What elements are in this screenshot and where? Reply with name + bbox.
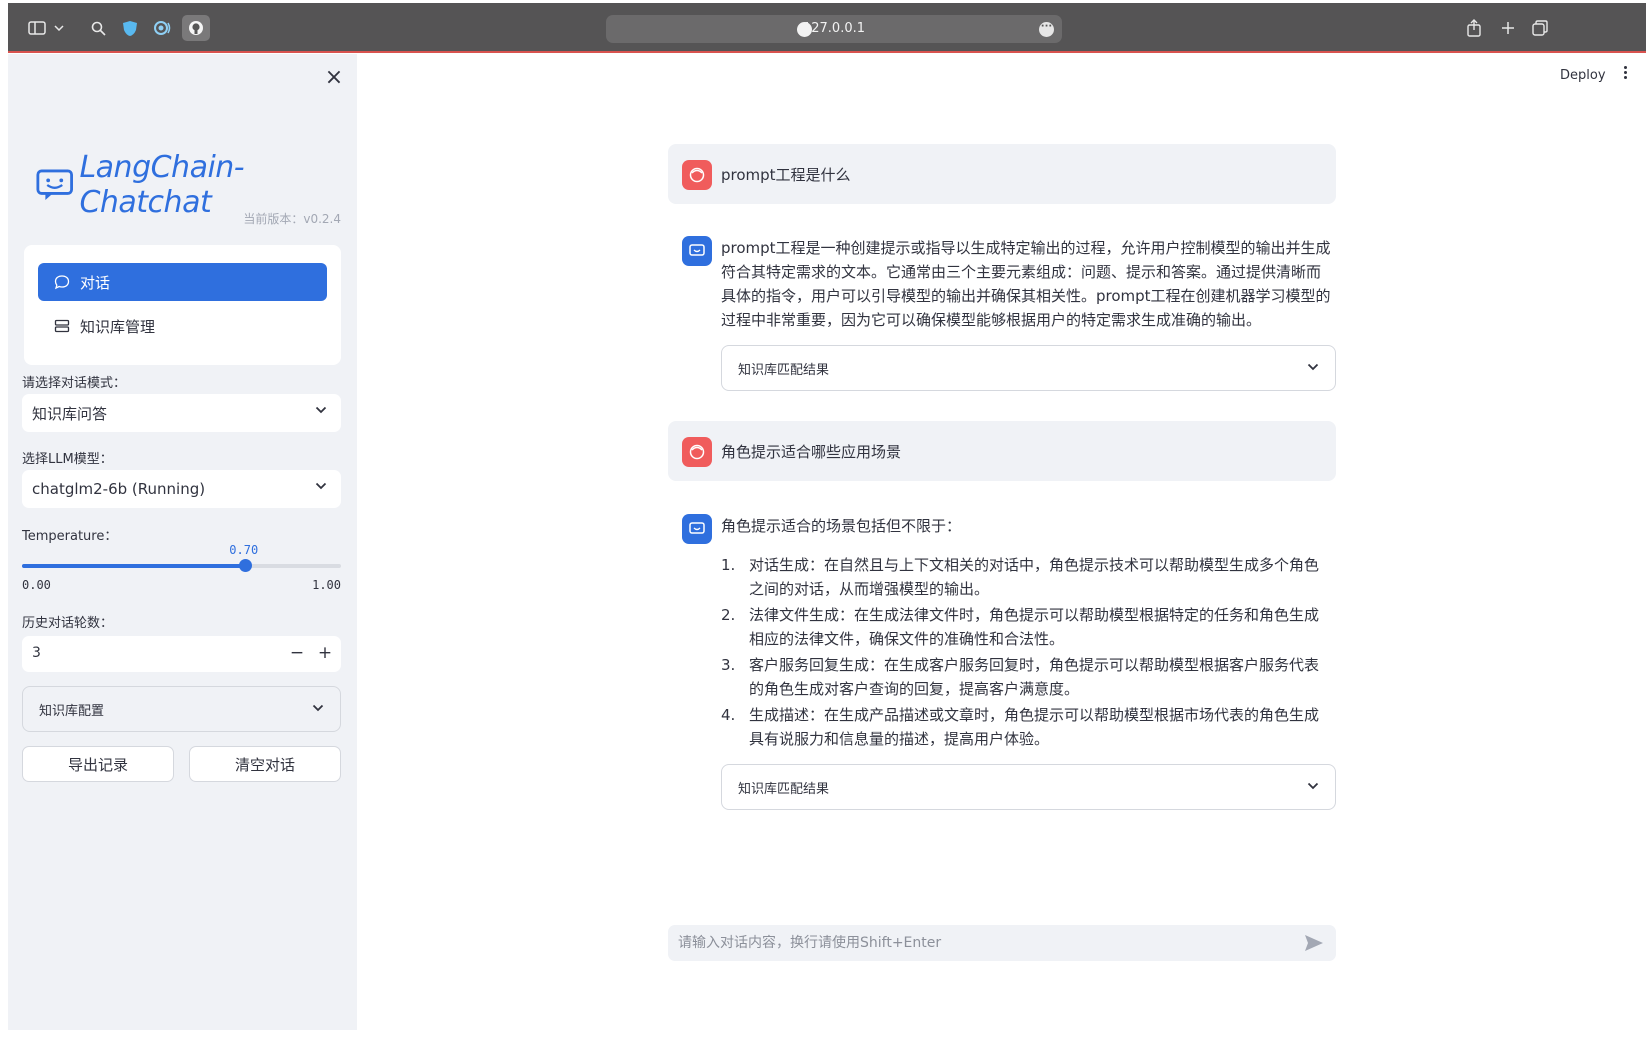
message-text: prompt工程是什么 <box>721 166 851 184</box>
kb-result-expander[interactable]: 知识库匹配结果 <box>721 764 1336 810</box>
kb-result-label: 知识库匹配结果 <box>738 781 830 797</box>
github-icon[interactable] <box>182 15 210 41</box>
llm-label: 选择LLM模型： <box>22 452 113 467</box>
llm-select-value: chatglm2-6b (Running) <box>32 480 206 498</box>
clear-chat-button[interactable]: 清空对话 <box>189 746 341 782</box>
temperature-slider[interactable] <box>22 559 341 572</box>
temperature-slider-fill <box>22 564 246 568</box>
share-icon[interactable] <box>1464 16 1484 40</box>
sidebar-toggle-icon[interactable] <box>26 16 48 40</box>
history-value: 3 <box>32 645 41 661</box>
assistant-avatar-icon <box>682 236 712 266</box>
chat-input[interactable] <box>668 925 1288 961</box>
deploy-button[interactable]: Deploy <box>1560 68 1606 83</box>
database-icon <box>54 319 70 333</box>
chevron-down-icon <box>315 406 327 414</box>
message-intro: 角色提示适合的场景包括但不限于： <box>721 517 962 535</box>
chat-input-box <box>668 925 1336 961</box>
address-text: 127.0.0.1 <box>802 21 866 36</box>
close-sidebar-icon[interactable]: × <box>324 67 344 89</box>
chevron-down-icon <box>1307 363 1319 371</box>
message-text: 角色提示适合哪些应用场景 <box>721 443 902 461</box>
stepper-minus-button[interactable]: − <box>285 641 309 665</box>
chat-bubble-icon <box>54 275 70 290</box>
version-label: 当前版本：v0.2.4 <box>243 212 341 226</box>
temperature-value: 0.70 <box>229 543 259 557</box>
chevron-down-icon <box>315 482 327 490</box>
main-menu-icon[interactable] <box>1622 66 1628 82</box>
temperature-min: 0.00 <box>22 578 51 592</box>
list-item: 1. 对话生成：在自然且与上下文相关的对话中，角色提示技术可以帮助模型生成多个角色… <box>721 556 1320 598</box>
kb-result-label: 知识库匹配结果 <box>738 362 830 378</box>
browser-chrome: 127.0.0.1 ··· <box>0 0 1646 54</box>
tabs-icon[interactable] <box>1530 16 1550 40</box>
user-avatar-icon <box>682 437 712 467</box>
mode-label: 请选择对话模式： <box>22 376 127 391</box>
temperature-max: 1.00 <box>312 578 341 592</box>
nav-item-knowledge-base[interactable]: 知识库管理 <box>38 307 327 345</box>
list-item: 3. 客户服务回复生成：在生成客户服务回复时，角色提示可以帮助模型根据客户服务代表… <box>721 656 1320 698</box>
history-label: 历史对话轮数： <box>22 616 114 631</box>
temperature-slider-thumb[interactable] <box>238 559 252 572</box>
chevron-down-icon[interactable] <box>52 16 66 40</box>
stepper-plus-button[interactable]: + <box>313 641 337 665</box>
plus-icon[interactable] <box>1498 16 1518 40</box>
assistant-avatar-icon <box>682 514 712 544</box>
chevron-down-icon <box>1307 782 1319 790</box>
user-avatar-icon <box>682 160 712 190</box>
chevron-down-icon <box>312 704 324 712</box>
list-item: 2. 法律文件生成：在生成法律文件时，角色提示可以帮助模型根据特定的任务和角色生成… <box>721 606 1320 648</box>
kb-config-expander[interactable]: 知识库配置 <box>22 686 341 732</box>
user-message: 角色提示适合哪些应用场景 <box>668 421 1336 481</box>
mode-select[interactable]: 知识库问答 <box>22 394 341 432</box>
nav-menu: 对话 知识库管理 <box>24 245 341 365</box>
temperature-label: Temperature： <box>22 529 118 544</box>
more-icon[interactable]: ··· <box>1039 22 1054 37</box>
nav-item-label: 知识库管理 <box>80 317 156 336</box>
llm-select[interactable]: chatglm2-6b (Running) <box>22 470 341 508</box>
chat-logo-icon <box>36 169 73 200</box>
list-item: 4. 生成描述：在生成产品描述或文章时，角色提示可以帮助模型根据市场代表的角色生成… <box>721 706 1320 748</box>
shield-icon[interactable] <box>120 16 140 40</box>
mode-select-value: 知识库问答 <box>32 404 108 423</box>
browser-toolbar: 127.0.0.1 ··· <box>8 3 1646 53</box>
send-icon[interactable] <box>1304 934 1324 952</box>
message-list: 1. 对话生成：在自然且与上下文相关的对话中，角色提示技术可以帮助模型生成多个角色… <box>721 553 1331 753</box>
address-bar[interactable]: 127.0.0.1 ··· <box>606 15 1062 43</box>
export-button[interactable]: 导出记录 <box>22 746 174 782</box>
radio-icon[interactable] <box>152 16 174 40</box>
history-stepper[interactable]: 3 − + <box>22 636 341 672</box>
sidebar: × LangChain-Chatchat 当前版本：v0.2.4 对话 知识库管… <box>8 54 357 1030</box>
kb-config-label: 知识库配置 <box>39 703 105 719</box>
nav-item-label: 对话 <box>80 273 111 292</box>
message-text: prompt工程是一种创建提示或指导以生成特定输出的过程，允许用户控制模型的输出… <box>721 239 1331 329</box>
user-message: prompt工程是什么 <box>668 144 1336 204</box>
search-icon[interactable] <box>88 16 108 40</box>
kb-result-expander[interactable]: 知识库匹配结果 <box>721 345 1336 391</box>
nav-item-chat[interactable]: 对话 <box>38 263 327 301</box>
